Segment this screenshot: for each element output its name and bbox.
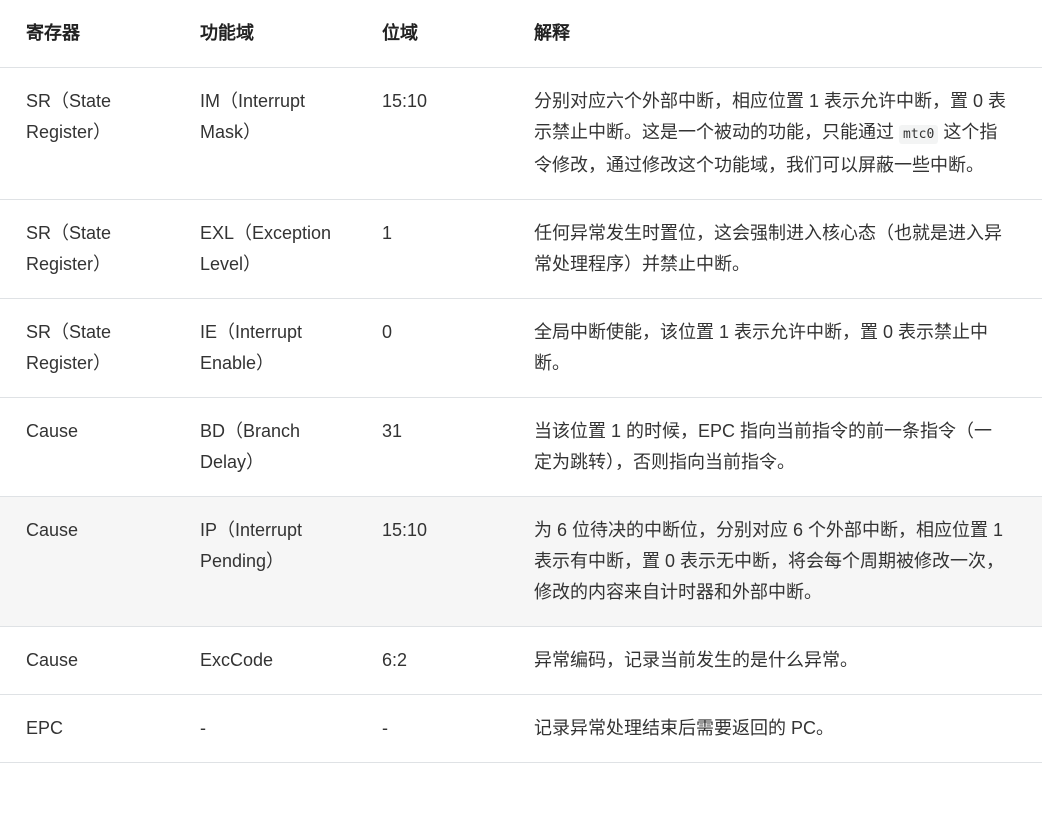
table-row: SR（State Register） IE（Interrupt Enable） … bbox=[0, 298, 1042, 398]
cell-description: 为 6 位待决的中断位，分别对应 6 个外部中断，相应位置 1 表示有中断，置 … bbox=[508, 496, 1042, 627]
cell-register: SR（State Register） bbox=[0, 298, 174, 398]
cell-bits: - bbox=[356, 694, 508, 763]
cell-bits: 1 bbox=[356, 199, 508, 299]
header-bits: 位域 bbox=[356, 0, 508, 68]
table-row: SR（State Register） EXL（Exception Level） … bbox=[0, 199, 1042, 299]
cell-field: BD（Branch Delay） bbox=[174, 397, 356, 497]
cell-description: 当该位置 1 的时候，EPC 指向当前指令的前一条指令（一定为跳转），否则指向当… bbox=[508, 397, 1042, 497]
table-header-row: 寄存器 功能域 位域 解释 bbox=[0, 0, 1042, 68]
cell-bits: 31 bbox=[356, 397, 508, 497]
register-table: 寄存器 功能域 位域 解释 SR（State Register） IM（Inte… bbox=[0, 0, 1042, 763]
cell-description: 任何异常发生时置位，这会强制进入核心态（也就是进入异常处理程序）并禁止中断。 bbox=[508, 199, 1042, 299]
cell-field: ExcCode bbox=[174, 626, 356, 695]
header-field: 功能域 bbox=[174, 0, 356, 68]
header-description: 解释 bbox=[508, 0, 1042, 68]
cell-field: IM（Interrupt Mask） bbox=[174, 67, 356, 200]
cell-bits: 15:10 bbox=[356, 67, 508, 200]
cell-register: Cause bbox=[0, 397, 174, 497]
cell-register: Cause bbox=[0, 626, 174, 695]
cell-bits: 15:10 bbox=[356, 496, 508, 627]
cell-description: 全局中断使能，该位置 1 表示允许中断，置 0 表示禁止中断。 bbox=[508, 298, 1042, 398]
table-row: SR（State Register） IM（Interrupt Mask） 15… bbox=[0, 67, 1042, 200]
cell-register: SR（State Register） bbox=[0, 67, 174, 200]
cell-register: EPC bbox=[0, 694, 174, 763]
cell-description: 记录异常处理结束后需要返回的 PC。 bbox=[508, 694, 1042, 763]
cell-description: 分别对应六个外部中断，相应位置 1 表示允许中断，置 0 表示禁止中断。这是一个… bbox=[508, 67, 1042, 200]
cell-field: EXL（Exception Level） bbox=[174, 199, 356, 299]
table-row: Cause BD（Branch Delay） 31 当该位置 1 的时候，EPC… bbox=[0, 397, 1042, 497]
cell-field: IE（Interrupt Enable） bbox=[174, 298, 356, 398]
inline-code: mtc0 bbox=[899, 125, 939, 144]
cell-bits: 6:2 bbox=[356, 626, 508, 695]
cell-description: 异常编码，记录当前发生的是什么异常。 bbox=[508, 626, 1042, 695]
table-row: Cause IP（Interrupt Pending） 15:10 为 6 位待… bbox=[0, 496, 1042, 627]
cell-register: SR（State Register） bbox=[0, 199, 174, 299]
cell-register: Cause bbox=[0, 496, 174, 627]
table-row: Cause ExcCode 6:2 异常编码，记录当前发生的是什么异常。 bbox=[0, 626, 1042, 695]
cell-field: - bbox=[174, 694, 356, 763]
cell-bits: 0 bbox=[356, 298, 508, 398]
cell-field: IP（Interrupt Pending） bbox=[174, 496, 356, 627]
header-register: 寄存器 bbox=[0, 0, 174, 68]
table-row: EPC - - 记录异常处理结束后需要返回的 PC。 bbox=[0, 694, 1042, 763]
